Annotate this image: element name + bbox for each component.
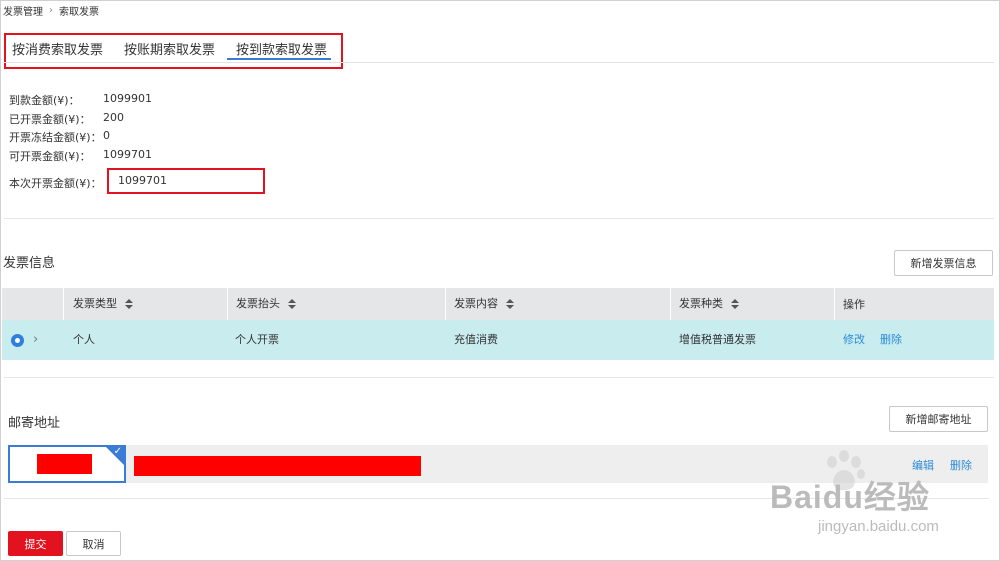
add-mailing-address-button[interactable]: 新增邮寄地址 xyxy=(889,406,988,432)
tab-by-payment[interactable]: 按到款索取发票 xyxy=(236,39,327,58)
delete-invoice-link[interactable]: 删除 xyxy=(880,320,902,360)
checkmark-icon: ✓ xyxy=(113,446,122,457)
column-header-kind[interactable]: 发票种类 xyxy=(679,288,739,320)
row-radio-selected[interactable] xyxy=(11,334,24,347)
available-amount-value: 1099701 xyxy=(103,148,152,161)
received-amount-value: 1099901 xyxy=(103,92,152,105)
sort-icon[interactable] xyxy=(288,299,296,309)
edit-invoice-link[interactable]: 修改 xyxy=(843,320,865,360)
column-divider xyxy=(834,288,835,320)
breadcrumb-current: 索取发票 xyxy=(59,7,99,18)
delete-address-link[interactable]: 删除 xyxy=(950,457,972,473)
current-amount-label: 本次开票金额(¥)： xyxy=(9,177,102,190)
column-header-content-label: 发票内容 xyxy=(454,297,498,310)
mailing-address-title: 邮寄地址 xyxy=(8,416,61,431)
column-header-actions: 操作 xyxy=(843,298,865,311)
received-amount-label: 到款金额(¥)： xyxy=(9,94,80,107)
watermark-brand: Baidu经验 xyxy=(770,479,930,515)
current-amount-input[interactable]: 1099701 xyxy=(107,168,265,194)
column-header-title[interactable]: 发票抬头 xyxy=(236,288,296,320)
edit-address-link[interactable]: 编辑 xyxy=(912,457,934,473)
column-header-type-label: 发票类型 xyxy=(73,297,117,310)
sort-icon[interactable] xyxy=(731,299,739,309)
column-divider xyxy=(63,288,64,320)
cell-title: 个人开票 xyxy=(235,333,279,346)
sort-icon[interactable] xyxy=(506,299,514,309)
tabs-divider xyxy=(4,62,994,63)
cancel-button[interactable]: 取消 xyxy=(66,531,121,556)
add-invoice-info-button[interactable]: 新增发票信息 xyxy=(894,250,993,276)
table-row[interactable]: › 个人 个人开票 充值消费 增值税普通发票 修改 删除 xyxy=(2,320,994,360)
cell-kind: 增值税普通发票 xyxy=(679,333,756,346)
cell-content: 充值消费 xyxy=(454,333,498,346)
frozen-amount-label: 开票冻结金额(¥)： xyxy=(9,131,102,144)
column-header-kind-label: 发票种类 xyxy=(679,297,723,310)
redacted-recipient-name xyxy=(37,454,92,474)
section-divider xyxy=(4,218,994,219)
column-divider xyxy=(445,288,446,320)
invoiced-amount-value: 200 xyxy=(103,111,124,124)
breadcrumb-parent[interactable]: 发票管理 xyxy=(3,3,43,18)
breadcrumb-separator: › xyxy=(49,5,53,16)
redacted-address-detail xyxy=(134,456,421,476)
breadcrumb: 发票管理 › 索取发票 xyxy=(3,3,99,18)
invoiced-amount-label: 已开票金额(¥)： xyxy=(9,113,91,126)
section-divider xyxy=(4,377,994,378)
watermark-url: jingyan.baidu.com xyxy=(818,518,939,535)
invoice-table-header: 发票类型 发票抬头 发票内容 发票种类 操作 xyxy=(2,288,994,320)
tab-by-consumption[interactable]: 按消费索取发票 xyxy=(12,39,103,58)
active-tab-indicator xyxy=(227,58,331,60)
column-divider xyxy=(670,288,671,320)
column-divider xyxy=(227,288,228,320)
available-amount-label: 可开票金额(¥)： xyxy=(9,150,91,163)
submit-button[interactable]: 提交 xyxy=(8,531,63,556)
column-header-title-label: 发票抬头 xyxy=(236,297,280,310)
sort-icon[interactable] xyxy=(125,299,133,309)
column-header-content[interactable]: 发票内容 xyxy=(454,288,514,320)
tab-by-billing-period[interactable]: 按账期索取发票 xyxy=(124,39,215,58)
chevron-right-icon[interactable]: › xyxy=(33,332,38,347)
frozen-amount-value: 0 xyxy=(103,129,110,142)
invoice-info-title: 发票信息 xyxy=(3,256,56,271)
cell-type: 个人 xyxy=(73,333,95,346)
column-header-type[interactable]: 发票类型 xyxy=(73,288,133,320)
